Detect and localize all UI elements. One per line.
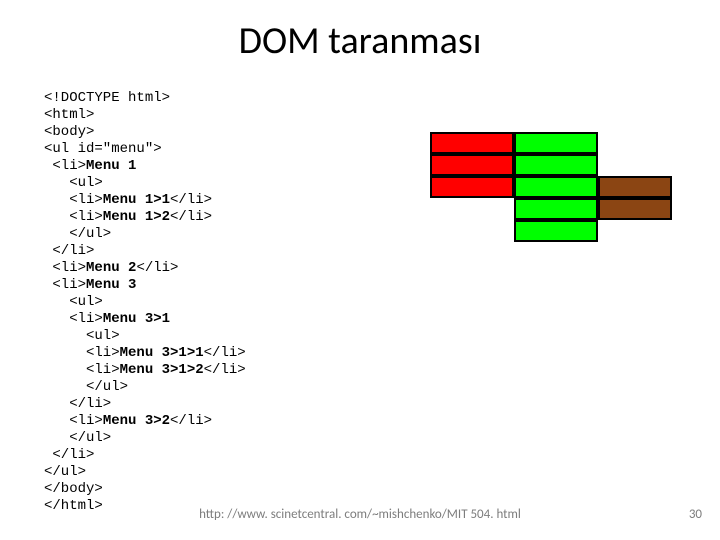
code-text-bold: Menu 3>1>1 [120,345,204,361]
code-text-bold: Menu 3>1>2 [120,362,204,378]
code-tail: </li> [170,413,212,429]
code-text-bold: Menu 1 [86,158,136,174]
code-line: <ul> [44,328,120,344]
code-line: <li> [44,209,103,225]
code-line: </ul> [44,226,111,242]
code-line: <li> [44,277,86,293]
code-line: <li> [44,192,103,208]
code-line: <ul> [44,294,103,310]
code-line: </body> [44,481,103,497]
tree-box-green [514,154,598,176]
code-text-bold: Menu 1>2 [103,209,170,225]
code-tail: </li> [204,362,246,378]
footer-link: http: //www. scinetcentral. com/~mishche… [0,507,720,522]
tree-box-green [514,132,598,154]
page-number: 30 [689,507,702,522]
tree-box-green [514,176,598,198]
code-text-bold: Menu 2 [86,260,136,276]
code-line: </ul> [44,379,128,395]
tree-box-red [430,132,514,154]
code-tail: </li> [170,192,212,208]
code-line: <li> [44,362,120,378]
code-line: </ul> [44,464,86,480]
code-text-bold: Menu 3>1 [103,311,170,327]
code-line: <!DOCTYPE html> [44,90,170,106]
code-line: <body> [44,124,94,140]
code-text-bold: Menu 1>1 [103,192,170,208]
code-line: <ul id="menu"> [44,141,162,157]
code-line: <li> [44,413,103,429]
code-line: </ul> [44,430,111,446]
tree-box-green [514,220,598,242]
tree-box-red [430,176,514,198]
tree-box-brown [598,176,672,198]
page-title: DOM taranması [0,18,720,64]
tree-box-brown [598,198,672,220]
tree-box-green [514,198,598,220]
code-line: </li> [44,396,111,412]
code-line: </li> [44,447,94,463]
code-line: <ul> [44,175,103,191]
code-line: <li> [44,260,86,276]
code-tail: </li> [204,345,246,361]
code-tail: </li> [170,209,212,225]
code-line: <li> [44,345,120,361]
code-block: <!DOCTYPE html> <html> <body> <ul id="me… [44,90,246,515]
slide: DOM taranması <!DOCTYPE html> <html> <bo… [0,0,720,540]
code-line: </li> [44,243,94,259]
tree-box-red [430,154,514,176]
code-text-bold: Menu 3>2 [103,413,170,429]
code-line: <li> [44,158,86,174]
code-line: <li> [44,311,103,327]
code-text-bold: Menu 3 [86,277,136,293]
code-tail: </li> [136,260,178,276]
code-line: <html> [44,107,94,123]
